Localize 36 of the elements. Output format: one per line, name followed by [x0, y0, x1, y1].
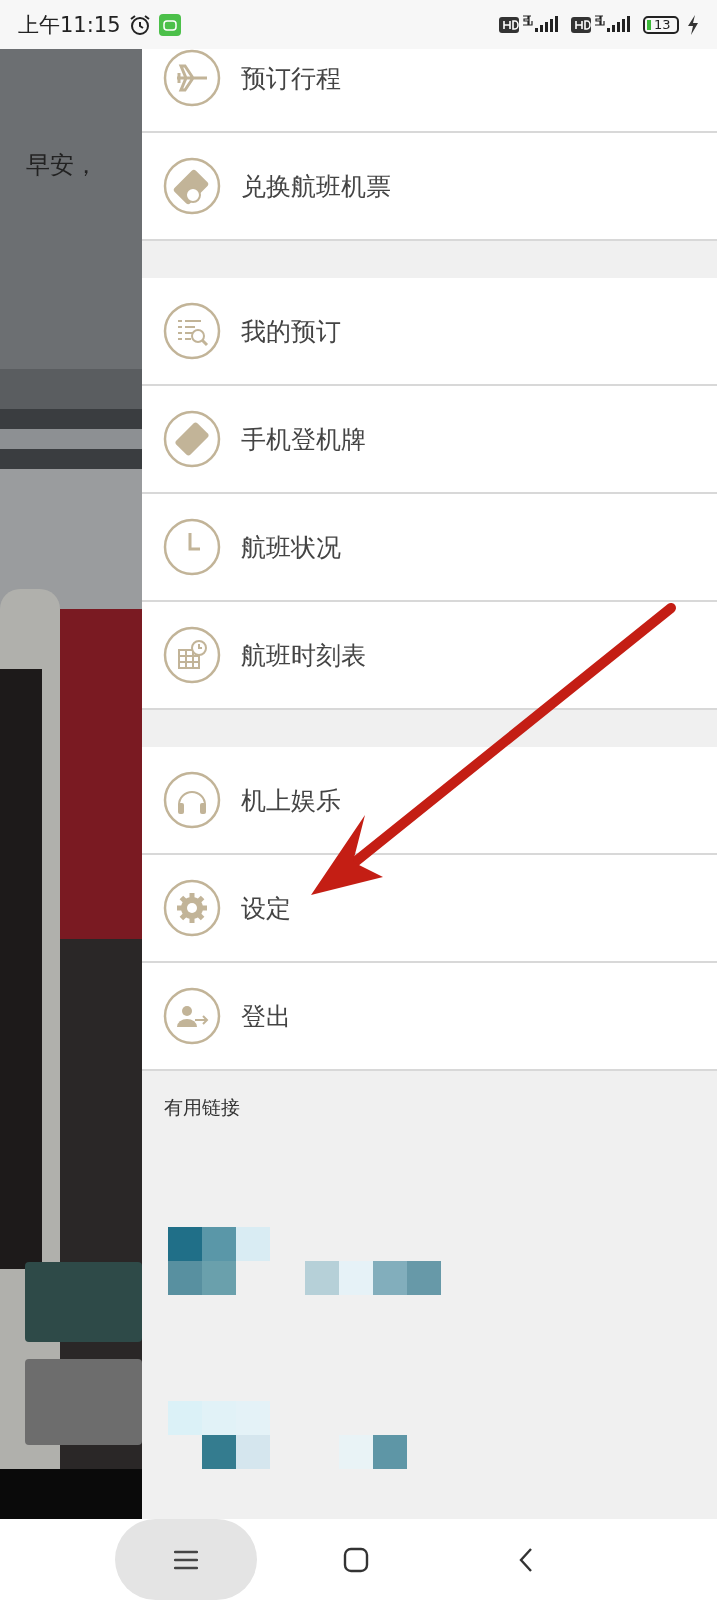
menu-item-label: 我的预订: [241, 315, 341, 348]
logout-icon: [163, 987, 221, 1045]
menu-item[interactable]: 航班时刻表: [142, 600, 717, 708]
menu-item-label: 登出: [241, 1000, 291, 1033]
menu-item-label: 设定: [241, 892, 291, 925]
back-icon: [518, 1546, 534, 1573]
menu-item-label: 机上娱乐: [241, 784, 341, 817]
menu-item-label: 兑换航班机票: [241, 170, 391, 203]
charging-icon: [687, 14, 699, 35]
clock-icon: [163, 518, 221, 576]
menu-item[interactable]: 机上娱乐: [142, 747, 717, 853]
menu-item[interactable]: 兑换航班机票: [142, 131, 717, 239]
alarm-icon: [128, 13, 151, 36]
menu-item[interactable]: 手机登机牌: [142, 384, 717, 492]
battery-level: 13: [654, 17, 671, 32]
menu-item-label: 航班时刻表: [241, 639, 366, 672]
menu-icon: [174, 1549, 198, 1570]
menu-item[interactable]: 登出: [142, 961, 717, 1069]
gear-icon: [163, 879, 221, 937]
menu-item[interactable]: 预订行程: [142, 49, 717, 131]
greeting-text: 早安，: [26, 150, 98, 181]
list-search-icon: [163, 302, 221, 360]
menu-item-label: 预订行程: [241, 62, 341, 95]
home-icon: [343, 1546, 369, 1573]
section-title: 有用链接: [164, 1095, 241, 1120]
ticket-award-icon: [163, 157, 221, 215]
menu-item[interactable]: 航班状况: [142, 492, 717, 600]
ticket-icon: [163, 410, 221, 468]
headphones-icon: [163, 771, 221, 829]
menu-item-label: 手机登机牌: [241, 423, 366, 456]
app-notification-icon: [158, 13, 181, 36]
status-time: 上午11:15: [18, 11, 121, 39]
plane-icon: [163, 49, 221, 107]
menu-item-label: 航班状况: [241, 531, 341, 564]
calendar-clock-icon: [163, 626, 221, 684]
menu-item[interactable]: 我的预订: [142, 278, 717, 384]
